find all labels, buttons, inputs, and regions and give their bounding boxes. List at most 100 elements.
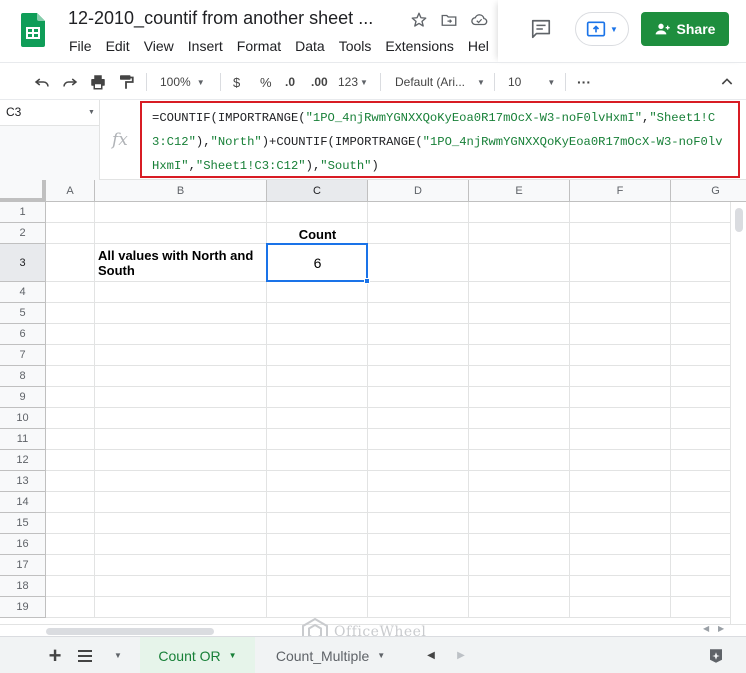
grid-cell[interactable] [368,303,469,324]
grid-cell[interactable] [46,471,95,492]
font-size-select[interactable]: 10 ▼ [508,63,555,101]
grid-cell[interactable] [95,450,267,471]
percent-format-button[interactable]: % [260,63,272,101]
formula-input[interactable]: =COUNTIF(IMPORTRANGE("1PO_4njRwmYGNXXQoK… [140,101,740,178]
grid-cell[interactable] [469,513,570,534]
row-header[interactable]: 11 [0,429,46,450]
cloud-status-icon[interactable] [469,10,489,30]
row-header[interactable]: 5 [0,303,46,324]
grid-cell[interactable] [46,282,95,303]
grid-cell[interactable] [267,324,368,345]
grid-cell[interactable] [95,303,267,324]
menu-help[interactable]: Hel [461,36,496,56]
comment-icon[interactable] [530,18,552,40]
grid-cell[interactable] [368,408,469,429]
more-formats-button[interactable]: 123 ▼ [338,63,368,101]
horizontal-scrollbar-thumb[interactable] [46,628,214,635]
grid-cell[interactable] [95,429,267,450]
grid-cell[interactable] [46,366,95,387]
currency-format-button[interactable]: $ [233,63,240,101]
name-box[interactable]: C3 [0,100,100,126]
grid-cell[interactable] [368,492,469,513]
grid-cell[interactable] [267,492,368,513]
grid-cell[interactable] [46,408,95,429]
row-header[interactable]: 3 [0,244,46,282]
grid-cell[interactable] [469,303,570,324]
grid-cell[interactable] [95,408,267,429]
grid-cell[interactable] [46,244,95,282]
grid-cell[interactable] [469,471,570,492]
paint-format-icon[interactable] [117,63,135,101]
vertical-scrollbar-thumb[interactable] [735,208,743,232]
column-header[interactable]: C [267,180,368,202]
grid-cell[interactable] [95,282,267,303]
grid-cell[interactable] [267,597,368,618]
grid-cell[interactable] [469,282,570,303]
grid-cell[interactable] [368,450,469,471]
grid-cell[interactable] [46,345,95,366]
menu-edit[interactable]: Edit [99,36,137,56]
grid-cell[interactable] [46,223,95,244]
row-header[interactable]: 9 [0,387,46,408]
grid-cell[interactable] [570,366,671,387]
grid-cell[interactable] [368,576,469,597]
print-icon[interactable] [89,63,107,101]
star-icon[interactable] [409,10,429,30]
decrease-decimals-button[interactable]: .0 [285,63,295,101]
undo-icon[interactable] [33,63,51,101]
scroll-right-icon[interactable]: ▶ [718,624,724,633]
column-header[interactable]: F [570,180,671,202]
grid-cell[interactable] [267,555,368,576]
row-header[interactable]: 17 [0,555,46,576]
grid-cell[interactable] [95,471,267,492]
grid-cell[interactable] [267,471,368,492]
grid-cell[interactable] [267,408,368,429]
collapse-chevron-icon[interactable] [719,63,735,101]
menu-data[interactable]: Data [288,36,332,56]
grid-cell[interactable] [570,492,671,513]
grid-cell[interactable] [46,534,95,555]
grid-cell[interactable] [368,555,469,576]
grid-cell[interactable] [95,576,267,597]
column-header[interactable]: A [46,180,95,202]
grid-cell[interactable] [267,282,368,303]
font-select[interactable]: Default (Ari... ▼ [395,63,485,101]
grid-cell[interactable] [368,534,469,555]
grid-cell[interactable] [469,202,570,223]
grid-cell[interactable] [469,534,570,555]
more-toolbar-button[interactable]: ··· [577,63,591,101]
grid-cell[interactable] [95,513,267,534]
grid-cell[interactable] [469,555,570,576]
grid-cell[interactable] [469,492,570,513]
grid-cell[interactable] [95,345,267,366]
grid-cell[interactable] [368,471,469,492]
sheet-scroll-left-icon[interactable]: ◀ [424,637,438,673]
row-header[interactable]: 15 [0,513,46,534]
grid-cell[interactable] [469,324,570,345]
grid-cell[interactable] [469,429,570,450]
grid-cell[interactable] [46,387,95,408]
menu-view[interactable]: View [137,36,181,56]
grid-cell[interactable] [46,555,95,576]
grid-cell[interactable] [368,387,469,408]
grid-cell[interactable] [368,597,469,618]
menu-insert[interactable]: Insert [181,36,230,56]
row-header[interactable]: 18 [0,576,46,597]
grid-cell[interactable] [46,429,95,450]
grid-cell[interactable] [570,244,671,282]
grid-cell[interactable] [95,492,267,513]
grid-cell[interactable] [368,345,469,366]
grid-cell[interactable] [46,492,95,513]
move-to-folder-icon[interactable] [439,10,459,30]
grid-cell[interactable] [267,450,368,471]
sheets-logo-icon[interactable] [21,13,45,47]
row-header[interactable]: 14 [0,492,46,513]
chevron-down-icon[interactable]: ▼ [88,109,95,116]
grid-cell[interactable] [267,429,368,450]
grid-cell[interactable] [267,366,368,387]
grid-cell[interactable] [368,429,469,450]
row-header[interactable]: 13 [0,471,46,492]
grid-cell[interactable] [95,223,267,244]
menu-tools[interactable]: Tools [332,36,379,56]
menu-extensions[interactable]: Extensions [378,36,460,56]
